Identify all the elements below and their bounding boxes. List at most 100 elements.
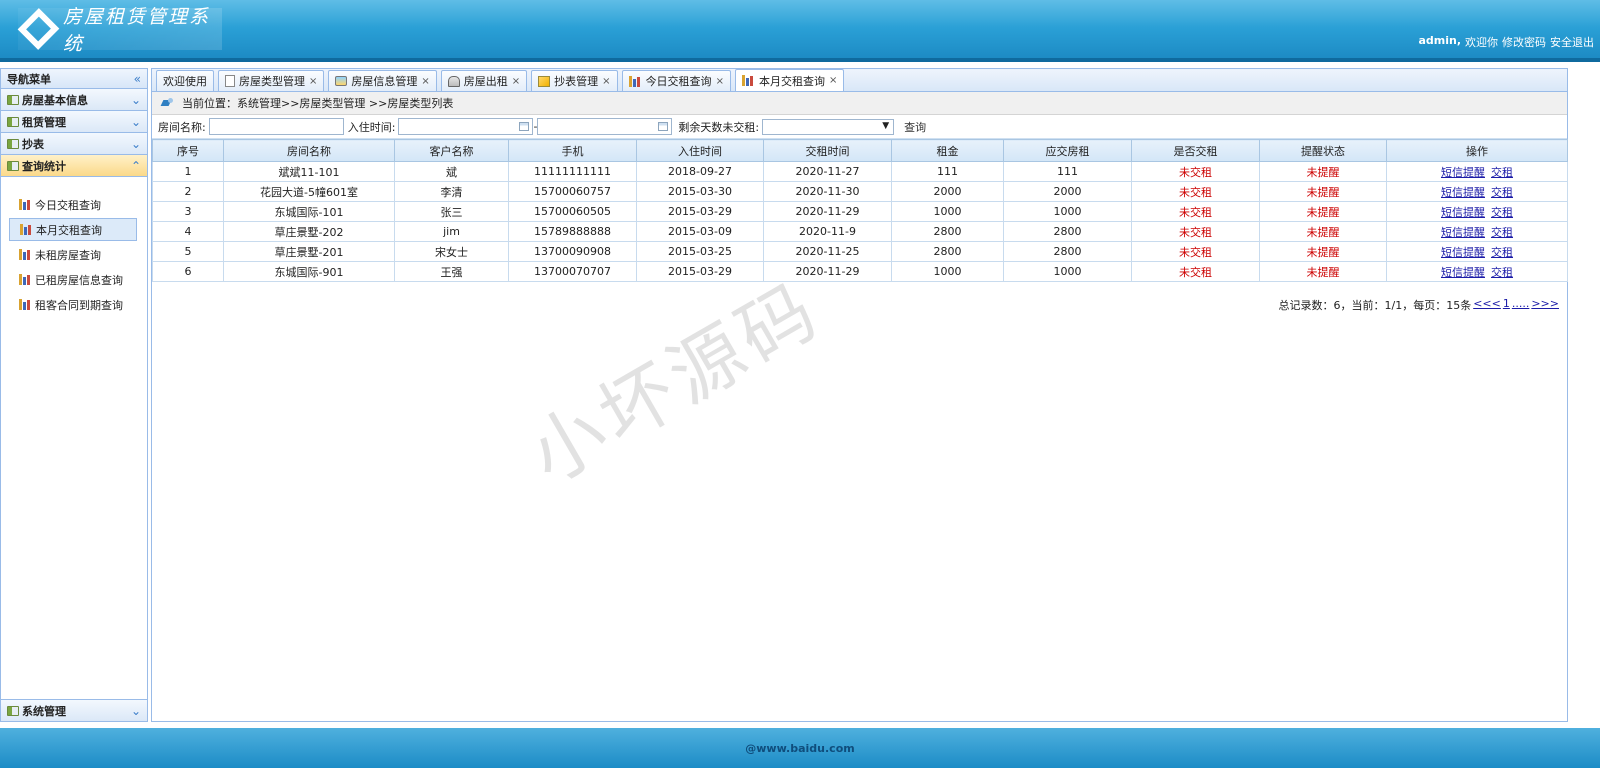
tab-label: 本月交租查询 [758, 74, 825, 88]
folder-icon [7, 138, 19, 149]
col-header: 应交房租 [1003, 139, 1132, 162]
sidebar-item-unrented[interactable]: 未租房屋查询 [9, 243, 137, 266]
tab-today-rent[interactable]: 今日交租查询 × [621, 70, 731, 91]
sidebar-item-contract-expire[interactable]: 租客合同到期查询 [9, 293, 137, 316]
edit-icon [538, 75, 551, 87]
header-band [0, 58, 1600, 62]
sidebar-section-house-info[interactable]: 房屋基本信息 ⌄ [1, 89, 147, 111]
chevron-down-icon: ⌄ [130, 703, 141, 718]
chevron-down-icon: ⌄ [130, 136, 141, 151]
col-header: 房间名称 [223, 139, 395, 162]
sms-remind-link[interactable]: 短信提醒 [1441, 266, 1485, 279]
pay-rent-link[interactable]: 交租 [1491, 166, 1513, 179]
calendar-icon[interactable] [658, 122, 669, 131]
table-cell: 2000 [1003, 181, 1132, 202]
sms-remind-link[interactable]: 短信提醒 [1441, 206, 1485, 219]
close-icon[interactable]: × [421, 76, 429, 87]
pay-rent-link[interactable]: 交租 [1491, 246, 1513, 259]
table-cell: 2020-11-30 [763, 181, 892, 202]
query-button[interactable]: 查询 [904, 119, 926, 135]
sms-remind-link[interactable]: 短信提醒 [1441, 246, 1485, 259]
close-icon[interactable]: × [829, 75, 837, 86]
rent-table: 序号 房间名称 客户名称 手机 入住时间 交租时间 租金 应交房租 是否交租 提… [152, 139, 1568, 282]
table-cell: 15700060757 [508, 181, 637, 202]
sidebar-section-lease[interactable]: 租赁管理 ⌄ [1, 111, 147, 133]
table-cell: 2800 [1003, 241, 1132, 262]
col-header: 是否交租 [1131, 139, 1260, 162]
sidebar-item-rented-info[interactable]: 已租房屋信息查询 [9, 268, 137, 291]
table-cell: 东城国际-101 [223, 201, 395, 222]
tab-month-rent[interactable]: 本月交租查询 × [734, 69, 845, 91]
table-row: 2 花园大道-5幢601室 李清 15700060757 2015-03-30 2020-… [152, 181, 1568, 202]
col-header: 租金 [891, 139, 1004, 162]
tab-label: 房屋类型管理 [239, 75, 305, 88]
table-cell: 未交租 [1131, 201, 1260, 222]
table-cell-actions: 短信提醒 交租 [1386, 181, 1568, 202]
table-cell: 未交租 [1131, 181, 1260, 202]
pager-next-link[interactable]: >>> [1531, 297, 1559, 313]
tab-welcome[interactable]: 欢迎使用 [156, 70, 214, 91]
chevron-up-icon: ⌃ [130, 158, 141, 173]
sms-remind-link[interactable]: 短信提醒 [1441, 186, 1485, 199]
logout-link[interactable]: 安全退出 [1550, 34, 1594, 50]
bar-chart-icon [19, 299, 32, 310]
tab-meter[interactable]: 抄表管理 × [531, 70, 618, 91]
table-cell: 王强 [394, 261, 509, 282]
date-from-input[interactable] [398, 118, 534, 135]
tab-house-type[interactable]: 房屋类型管理 × [218, 70, 325, 91]
sidebar-section-meter[interactable]: 抄表 ⌄ [1, 133, 147, 155]
sms-remind-link[interactable]: 短信提醒 [1441, 226, 1485, 239]
table-cell: 2015-03-09 [636, 221, 764, 242]
pay-rent-link[interactable]: 交租 [1491, 266, 1513, 279]
table-cell: 5 [152, 241, 224, 262]
chevron-down-icon: ⌄ [130, 114, 141, 129]
table-cell-actions: 短信提醒 交租 [1386, 201, 1568, 222]
pager-page-link[interactable]: 1 [1503, 297, 1510, 313]
collapse-left-icon[interactable]: « [134, 72, 141, 86]
pay-rent-link[interactable]: 交租 [1491, 186, 1513, 199]
room-name-input[interactable] [208, 118, 344, 135]
breadcrumb: 当前位置：系统管理>>房屋类型管理 >>房屋类型列表 [152, 92, 1567, 115]
close-icon[interactable]: × [602, 76, 610, 87]
change-password-link[interactable]: 修改密码 [1502, 34, 1546, 50]
sidebar-section-query[interactable]: 查询统计 ⌃ [1, 155, 147, 177]
tab-house-rent[interactable]: 房屋出租 × [440, 70, 528, 91]
col-header: 序号 [152, 139, 224, 162]
table-cell: 4 [152, 221, 224, 242]
footer: @www.baidu.com [0, 728, 1600, 768]
col-header: 客户名称 [394, 139, 509, 162]
tab-bar: 欢迎使用 房屋类型管理 × 房屋信息管理 × 房屋出租 × 抄表管理 × 今日交… [152, 69, 1567, 92]
pay-rent-link[interactable]: 交租 [1491, 226, 1513, 239]
table-cell: 2020-11-9 [763, 221, 892, 242]
welcome-text: 欢迎你 [1465, 36, 1498, 49]
sidebar-item-today-rent[interactable]: 今日交租查询 [9, 193, 137, 216]
remaining-days-select[interactable]: ▼ [762, 118, 895, 135]
room-name-label: 房间名称: [158, 120, 206, 134]
folder-icon [7, 705, 19, 716]
table-cell: 李清 [394, 181, 509, 202]
calendar-icon[interactable] [519, 122, 530, 131]
table-cell: 2020-11-29 [763, 201, 892, 222]
close-icon[interactable]: × [309, 76, 317, 87]
app-logo: 房屋租赁管理系统 [17, 6, 222, 55]
table-cell: 草庄景墅-201 [223, 241, 395, 262]
table-cell: 2015-03-29 [636, 201, 764, 222]
close-icon[interactable]: × [512, 76, 520, 87]
sidebar-item-label: 已租房屋信息查询 [35, 273, 123, 287]
table-row: 5 草庄景墅-201 宋女士 13700090908 2015-03-25 2020-11… [152, 241, 1568, 262]
sms-remind-link[interactable]: 短信提醒 [1441, 166, 1485, 179]
pager-prev-link[interactable]: <<< [1473, 297, 1501, 313]
pager-more-link[interactable]: ..... [1512, 297, 1529, 313]
nav-menu-title: 导航菜单 [7, 72, 51, 86]
close-icon[interactable]: × [716, 76, 724, 87]
sidebar-section-system[interactable]: 系统管理 ⌄ [1, 699, 147, 721]
tab-house-info[interactable]: 房屋信息管理 × [328, 70, 437, 91]
table-row: 3 东城国际-101 张三 15700060505 2015-03-29 2020-11-… [152, 201, 1568, 222]
pay-rent-link[interactable]: 交租 [1491, 206, 1513, 219]
tab-label: 欢迎使用 [163, 75, 207, 88]
breadcrumb-text: 当前位置：系统管理>>房屋类型管理 >>房屋类型列表 [182, 97, 454, 110]
sidebar-item-month-rent[interactable]: 本月交租查询 [9, 218, 137, 241]
watermark: 小坏源码 [515, 265, 836, 501]
table-cell: 6 [152, 261, 224, 282]
date-to-input[interactable] [537, 118, 673, 135]
